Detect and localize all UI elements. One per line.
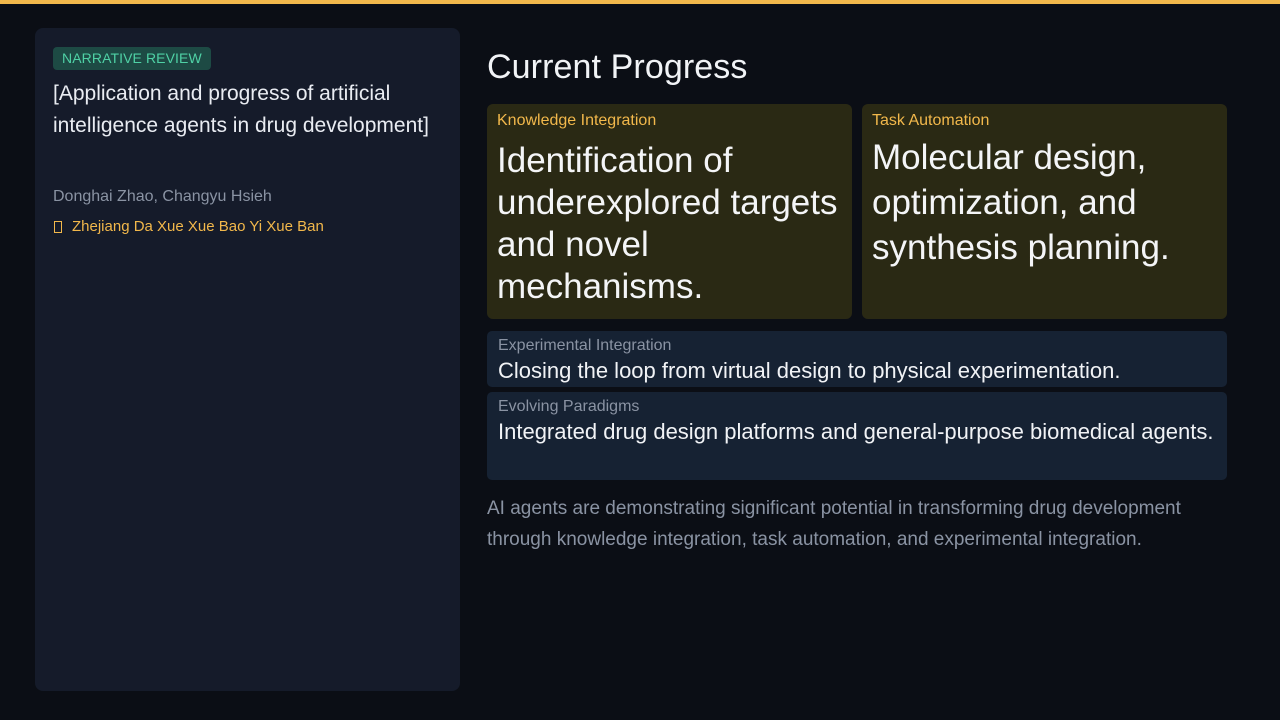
paper-authors: Donghai Zhao, Changyu Hsieh — [53, 188, 272, 205]
progress-section: Current Progress Knowledge Integration I… — [487, 0, 1227, 720]
evolving-paradigms-card: Evolving Paradigms Integrated drug desig… — [487, 392, 1227, 480]
section-title: Current Progress — [487, 48, 748, 86]
card-text: Molecular design, optimization, and synt… — [872, 138, 1170, 267]
paper-info-panel: NARRATIVE REVIEW [Application and progre… — [35, 28, 460, 691]
journal-line: Zhejiang Da Xue Xue Bao Yi Xue Ban — [53, 218, 324, 235]
paper-title: [Application and progress of artificial … — [53, 82, 429, 137]
journal-name: Zhejiang Da Xue Xue Bao Yi Xue Ban — [72, 218, 324, 235]
card-label: Experimental Integration — [498, 337, 672, 354]
task-automation-card: Task Automation Molecular design, optimi… — [862, 104, 1227, 319]
card-text: Identification of underexplored targets … — [497, 141, 838, 306]
article-type-badge: NARRATIVE REVIEW — [53, 47, 211, 70]
card-label: Task Automation — [872, 112, 990, 129]
knowledge-integration-card: Knowledge Integration Identification of … — [487, 104, 852, 319]
summary-text: AI agents are demonstrating significant … — [487, 498, 1181, 550]
book-icon — [54, 220, 62, 233]
experimental-integration-card: Experimental Integration Closing the loo… — [487, 331, 1227, 387]
card-label: Evolving Paradigms — [498, 398, 640, 415]
card-label: Knowledge Integration — [497, 112, 657, 129]
card-text: Integrated drug design platforms and gen… — [498, 419, 1214, 444]
card-text: Closing the loop from virtual design to … — [498, 358, 1121, 383]
